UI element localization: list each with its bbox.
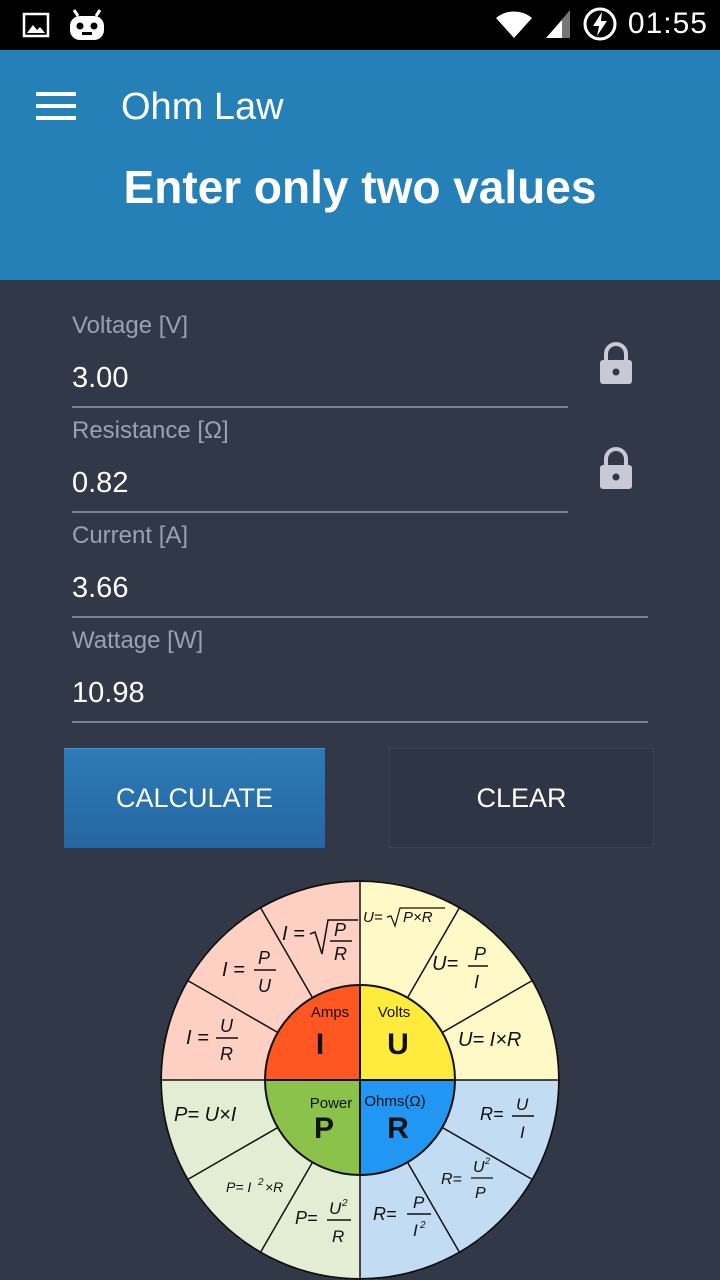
svg-text:P: P: [474, 944, 486, 964]
current-field[interactable]: Current [A] 3.66: [72, 522, 648, 618]
voltage-underline: [72, 406, 568, 408]
volts-label: Volts: [378, 1004, 411, 1021]
clock: 01:55: [627, 7, 708, 40]
svg-text:U=: U=: [432, 953, 458, 975]
svg-text:P=: P=: [295, 1208, 318, 1228]
svg-text:2: 2: [257, 1177, 264, 1188]
voltage-label: Voltage [V]: [72, 312, 189, 339]
voltage-lock-icon[interactable]: [598, 342, 634, 386]
svg-text:U= I×R: U= I×R: [458, 1029, 521, 1051]
resistance-underline: [72, 511, 568, 513]
svg-text:U: U: [220, 1016, 234, 1036]
svg-text:R: R: [220, 1044, 233, 1064]
svg-text:P×R: P×R: [403, 909, 433, 926]
wattage-label: Wattage [W]: [72, 627, 204, 654]
svg-text:×R: ×R: [265, 1179, 283, 1195]
resistance-field[interactable]: Resistance [Ω] 0.82: [72, 417, 568, 513]
svg-text:P: P: [475, 1185, 486, 1202]
svg-text:P: P: [413, 1193, 425, 1212]
svg-text:2: 2: [484, 1156, 490, 1166]
voltage-input[interactable]: 3.00: [72, 362, 128, 395]
svg-text:P: P: [334, 920, 346, 940]
android-robot-icon: [70, 9, 104, 40]
svg-text:I =: I =: [222, 959, 245, 981]
svg-text:U=: U=: [363, 909, 383, 926]
resistance-lock-icon[interactable]: [598, 447, 634, 491]
hamburger-icon-bar: [36, 92, 76, 96]
svg-text:U: U: [329, 1199, 342, 1218]
ohms-label: Ohms(Ω): [364, 1093, 425, 1110]
amps-symbol: I: [316, 1028, 324, 1061]
hamburger-icon-bar: [36, 116, 76, 120]
svg-text:I =: I =: [282, 923, 305, 945]
svg-text:R=: R=: [373, 1204, 397, 1224]
voltage-field[interactable]: Voltage [V] 3.00: [72, 312, 568, 408]
svg-text:P: P: [258, 948, 270, 968]
app-title: Ohm Law: [121, 86, 284, 128]
power-symbol: P: [314, 1112, 334, 1145]
svg-text:2: 2: [419, 1220, 426, 1231]
current-input[interactable]: 3.66: [72, 572, 128, 605]
page-subtitle: Enter only two values: [123, 161, 597, 213]
menu-button[interactable]: [36, 92, 76, 122]
clear-button[interactable]: CLEAR: [389, 748, 654, 848]
app-bar: Ohm Law Enter only two values: [0, 50, 720, 280]
ohms-law-wheel: Amps I Volts U Power P Ohms(Ω) R I = P R…: [160, 880, 560, 1280]
svg-text:I: I: [520, 1123, 525, 1142]
svg-text:R: R: [332, 1227, 344, 1246]
svg-text:U: U: [258, 976, 272, 996]
svg-text:I: I: [413, 1221, 418, 1240]
svg-text:U: U: [516, 1095, 529, 1114]
hamburger-icon-bar: [36, 104, 76, 108]
power-label: Power: [310, 1095, 353, 1112]
svg-text:R=: R=: [441, 1171, 462, 1188]
svg-text:2: 2: [341, 1198, 348, 1209]
svg-text:P= U×I: P= U×I: [174, 1104, 237, 1126]
battery-charging-icon: [583, 7, 617, 41]
volts-symbol: U: [387, 1028, 409, 1061]
wattage-underline: [72, 721, 648, 723]
resistance-input[interactable]: 0.82: [72, 467, 128, 500]
svg-text:I: I: [474, 972, 479, 992]
wattage-input[interactable]: 10.98: [72, 677, 145, 710]
svg-text:R: R: [334, 944, 347, 964]
calculate-button[interactable]: CALCULATE: [64, 748, 325, 848]
current-label: Current [A]: [72, 522, 189, 549]
current-underline: [72, 616, 648, 618]
wifi-icon: [495, 11, 532, 38]
ohms-symbol: R: [387, 1112, 409, 1145]
svg-text:I =: I =: [186, 1027, 209, 1049]
status-bar: 01:55: [0, 0, 720, 50]
resistance-label: Resistance [Ω]: [72, 417, 229, 444]
svg-text:P= I: P= I: [226, 1179, 251, 1195]
amps-label: Amps: [311, 1004, 349, 1021]
signal-icon: [545, 10, 570, 38]
svg-text:U: U: [473, 1159, 485, 1176]
svg-text:R=: R=: [480, 1104, 504, 1124]
gallery-notification-icon: [22, 12, 50, 38]
wattage-field[interactable]: Wattage [W] 10.98: [72, 627, 648, 723]
